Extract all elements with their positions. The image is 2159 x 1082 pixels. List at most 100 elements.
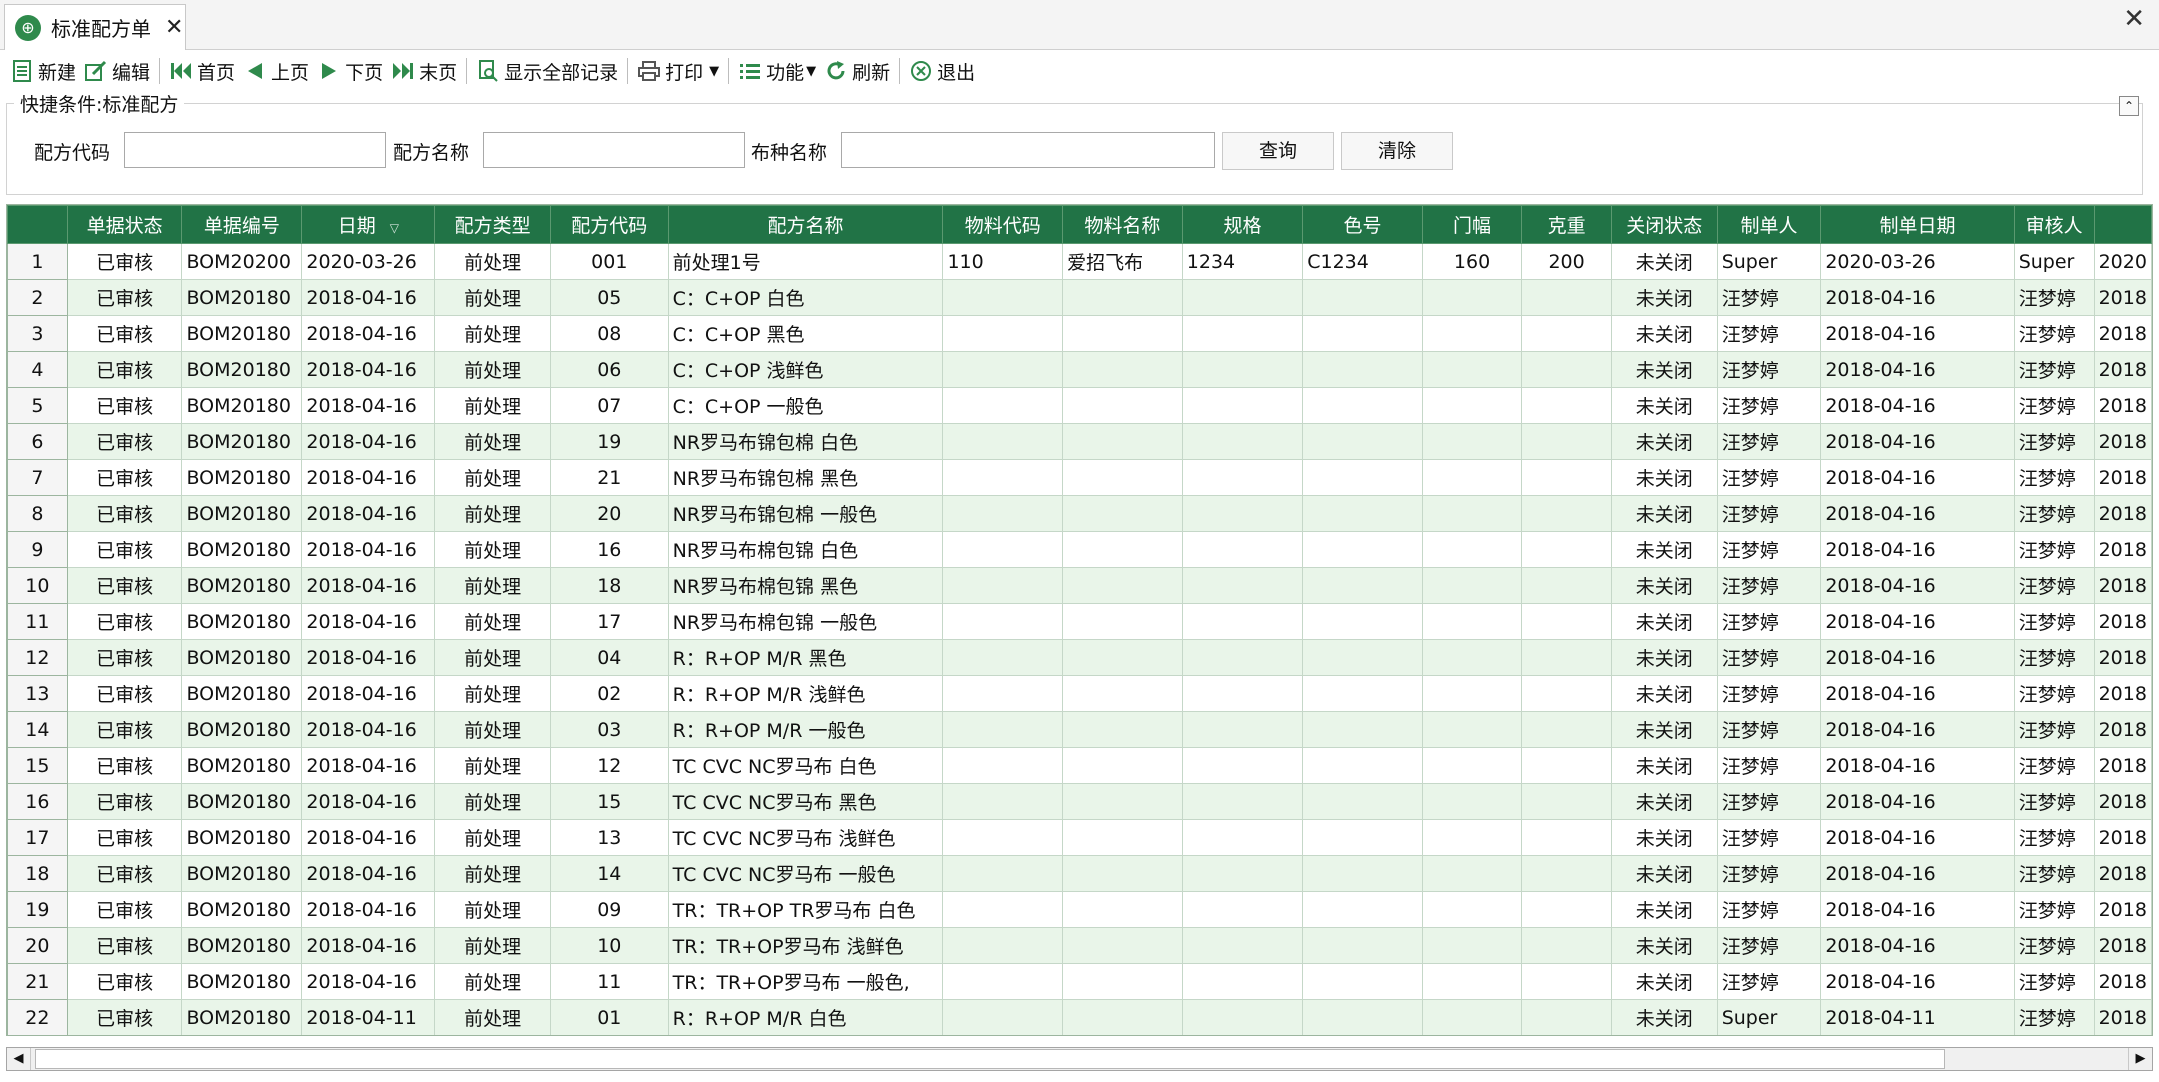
table-cell[interactable]: TC CVC NC罗马布 一般色 — [667, 855, 944, 892]
table-cell[interactable] — [1181, 459, 1304, 496]
table-row[interactable]: 18 已审核 BOM20180 2018-04-16 前处理 14 TC CVC NC罗马布… — [7, 855, 2152, 892]
column-header[interactable]: 日期 ▽ — [301, 205, 436, 244]
table-row[interactable]: 2 已审核 BOM20180 2018-04-16 前处理 05 C：C+OP 白色 未关闭汪… — [7, 279, 2152, 316]
column-header[interactable]: 单据编号 — [181, 205, 303, 244]
table-cell[interactable] — [1302, 603, 1423, 640]
table-cell[interactable]: 汪梦婷 — [2013, 891, 2095, 928]
table-cell[interactable]: 前处理1号 — [667, 243, 944, 280]
table-cell[interactable]: 前处理 — [434, 819, 551, 856]
table-cell[interactable]: 已审核 — [66, 891, 183, 928]
table-cell[interactable]: 未关闭 — [1610, 999, 1718, 1035]
table-cell[interactable] — [1521, 927, 1612, 964]
table-cell[interactable]: 未关闭 — [1610, 963, 1718, 1000]
table-cell[interactable]: 2018-04-16 — [1820, 567, 2015, 604]
table-cell[interactable] — [942, 567, 1064, 604]
column-header[interactable]: 配方名称 — [667, 205, 944, 244]
table-cell[interactable] — [942, 675, 1064, 712]
table-cell[interactable] — [1302, 531, 1423, 568]
table-cell[interactable]: 06 — [549, 351, 669, 388]
table-cell[interactable]: 2018-04-16 — [1820, 603, 2015, 640]
table-cell[interactable]: 未关闭 — [1610, 243, 1718, 280]
table-cell[interactable]: BOM20180 — [181, 387, 303, 424]
table-cell[interactable] — [1421, 891, 1523, 928]
table-cell[interactable] — [942, 963, 1064, 1000]
next-page-button[interactable]: 下页 — [313, 54, 387, 88]
table-cell[interactable]: 2018-04-16 — [1820, 387, 2015, 424]
column-header[interactable]: 审核人 — [2013, 205, 2095, 244]
table-cell[interactable]: 02 — [549, 675, 669, 712]
table-cell[interactable]: 已审核 — [66, 567, 183, 604]
table-cell[interactable] — [1062, 711, 1183, 748]
table-cell[interactable] — [1302, 711, 1423, 748]
table-cell[interactable]: BOM20180 — [181, 423, 303, 460]
table-cell[interactable] — [1421, 315, 1523, 352]
table-cell[interactable] — [1062, 315, 1183, 352]
table-cell[interactable] — [1421, 387, 1523, 424]
table-cell[interactable] — [1062, 279, 1183, 316]
table-cell[interactable]: 已审核 — [66, 927, 183, 964]
table-cell[interactable] — [1421, 423, 1523, 460]
table-cell[interactable]: 2018 — [2093, 675, 2152, 712]
table-cell[interactable]: 2018-04-16 — [301, 495, 436, 532]
table-cell[interactable]: Super — [2013, 243, 2095, 280]
table-cell[interactable] — [1521, 279, 1612, 316]
table-cell[interactable] — [1421, 747, 1523, 784]
table-cell[interactable] — [1181, 603, 1304, 640]
table-cell[interactable] — [1062, 567, 1183, 604]
table-cell[interactable] — [1302, 999, 1423, 1035]
table-cell[interactable]: 汪梦婷 — [2013, 351, 2095, 388]
table-cell[interactable]: Super — [1716, 243, 1822, 280]
table-cell[interactable]: 2018 — [2093, 999, 2152, 1035]
table-cell[interactable] — [1062, 531, 1183, 568]
table-cell[interactable]: 2018-04-16 — [301, 567, 436, 604]
column-header[interactable]: 色号 — [1302, 205, 1423, 244]
table-cell[interactable]: 已审核 — [66, 423, 183, 460]
new-button[interactable]: 新建 — [6, 54, 80, 88]
table-row[interactable]: 9 已审核 BOM20180 2018-04-16 前处理 16 NR罗马布棉包锦 白色 未关… — [7, 531, 2152, 568]
table-cell[interactable]: R：R+OP M/R 黑色 — [667, 639, 944, 676]
table-cell[interactable] — [1181, 279, 1304, 316]
table-cell[interactable]: 2018-04-16 — [301, 459, 436, 496]
table-cell[interactable] — [942, 459, 1064, 496]
table-cell[interactable]: 2018-04-16 — [301, 855, 436, 892]
row-number[interactable]: 21 — [7, 963, 68, 1000]
table-cell[interactable] — [1181, 639, 1304, 676]
table-cell[interactable]: 2018-04-16 — [1820, 819, 2015, 856]
row-number[interactable]: 6 — [7, 423, 68, 460]
row-number[interactable]: 7 — [7, 459, 68, 496]
table-cell[interactable]: C1234 — [1302, 243, 1423, 280]
table-cell[interactable]: TC CVC NC罗马布 黑色 — [667, 783, 944, 820]
table-cell[interactable]: 汪梦婷 — [1716, 783, 1822, 820]
column-header[interactable]: 配方类型 — [434, 205, 551, 244]
table-cell[interactable] — [1181, 531, 1304, 568]
table-cell[interactable] — [1421, 783, 1523, 820]
table-cell[interactable]: 2018 — [2093, 279, 2152, 316]
table-cell[interactable]: 爱招飞布 — [1062, 243, 1183, 280]
row-number[interactable]: 9 — [7, 531, 68, 568]
row-number[interactable]: 2 — [7, 279, 68, 316]
table-cell[interactable]: 2018 — [2093, 351, 2152, 388]
table-cell[interactable]: 2018-04-16 — [301, 315, 436, 352]
table-cell[interactable] — [1062, 459, 1183, 496]
table-cell[interactable] — [1421, 711, 1523, 748]
table-cell[interactable]: 汪梦婷 — [1716, 747, 1822, 784]
column-header[interactable]: 关闭状态 — [1610, 205, 1718, 244]
table-row[interactable]: 17 已审核 BOM20180 2018-04-16 前处理 13 TC CVC NC罗马布… — [7, 819, 2152, 856]
collapse-up-icon[interactable]: ⌃ — [2119, 96, 2139, 116]
table-cell[interactable]: 前处理 — [434, 351, 551, 388]
table-cell[interactable] — [1302, 387, 1423, 424]
table-cell[interactable]: 前处理 — [434, 603, 551, 640]
table-row[interactable]: 21 已审核 BOM20180 2018-04-16 前处理 11 TR：TR+OP罗马布 … — [7, 963, 2152, 1000]
table-cell[interactable]: 2018-04-16 — [301, 531, 436, 568]
row-number[interactable]: 3 — [7, 315, 68, 352]
table-cell[interactable] — [1062, 495, 1183, 532]
table-cell[interactable] — [942, 711, 1064, 748]
table-cell[interactable]: 12 — [549, 747, 669, 784]
scrollbar-thumb[interactable] — [35, 1049, 1945, 1069]
table-cell[interactable] — [1421, 603, 1523, 640]
table-cell[interactable]: 17 — [549, 603, 669, 640]
table-cell[interactable]: 2018 — [2093, 639, 2152, 676]
table-cell[interactable]: 汪梦婷 — [2013, 963, 2095, 1000]
table-cell[interactable] — [1521, 423, 1612, 460]
table-cell[interactable] — [942, 531, 1064, 568]
